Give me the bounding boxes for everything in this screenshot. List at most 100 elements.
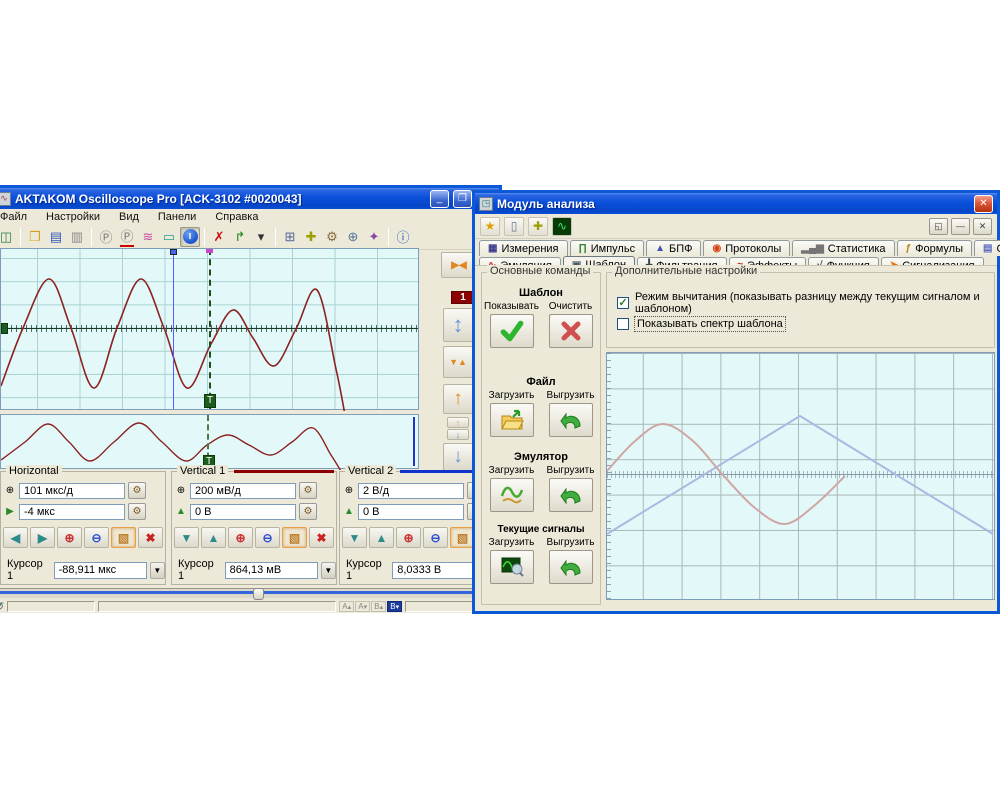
tab-statistika[interactable]: ▂▄▆Статистика: [792, 240, 894, 256]
v1-pan-down-button[interactable]: ▼: [174, 527, 199, 548]
v1-offset-auto-button[interactable]: ⚙: [299, 503, 317, 520]
nudge-down-button[interactable]: ↓: [447, 429, 469, 440]
add-marker-button[interactable]: ↱: [230, 227, 250, 247]
load-emulator-button[interactable]: [490, 478, 534, 512]
analysis-titlebar[interactable]: ◳ Модуль анализа ✕: [475, 193, 997, 214]
menu-file[interactable]: Файл: [0, 211, 29, 223]
cursor-handle[interactable]: [170, 249, 177, 255]
marker-b-up[interactable]: B▴: [371, 601, 386, 612]
panel-tools-button[interactable]: ⚙: [322, 227, 342, 247]
h-cursor-value[interactable]: -88,911 мкс: [54, 562, 147, 579]
template-chart[interactable]: [606, 352, 995, 600]
nudge-up-button[interactable]: ↑: [447, 417, 469, 428]
signal-overview[interactable]: T: [0, 414, 419, 469]
v1-cursor-dropdown[interactable]: ▼: [321, 562, 336, 579]
minimize-button[interactable]: _: [430, 190, 449, 208]
v2-offset-field[interactable]: 0 В: [358, 504, 464, 520]
record-alt-button[interactable]: Ⓟ: [117, 227, 137, 247]
info-button[interactable]: ⓘ: [393, 227, 413, 247]
panel-wizard-button[interactable]: ✦: [364, 227, 384, 247]
panel-frame-button[interactable]: ⊞: [280, 227, 300, 247]
open-file-button[interactable]: ❒: [25, 227, 45, 247]
tab-bpf[interactable]: ▲БПФ: [646, 240, 701, 256]
measure-cross-button[interactable]: ✚: [528, 217, 548, 236]
v1-offset-field[interactable]: 0 В: [190, 504, 296, 520]
oscilloscope-titlebar[interactable]: ∿ AKTAKOM Oscilloscope Pro [ACK-3102 #00…: [0, 188, 499, 209]
menu-panels[interactable]: Панели: [156, 211, 198, 223]
menu-view[interactable]: Вид: [117, 211, 141, 223]
tab-izmereniya[interactable]: ▦Измерения: [479, 240, 568, 256]
v2-zoom-out-button[interactable]: ⊖: [423, 527, 448, 548]
clear-template-button[interactable]: [549, 314, 593, 348]
v2-cursor-value[interactable]: 8,0333 В: [392, 562, 484, 579]
scroll-thumb[interactable]: [253, 588, 264, 600]
trigger-line[interactable]: [209, 249, 211, 409]
trigger-handle[interactable]: [206, 249, 213, 253]
minimize-panel-button[interactable]: —: [951, 218, 970, 235]
horizontal-scrollbar[interactable]: [0, 588, 499, 598]
close-panel-button[interactable]: ✕: [973, 218, 992, 235]
marker-b-down[interactable]: B▾: [387, 601, 402, 612]
tab-formuly[interactable]: ƒФормулы: [897, 240, 972, 256]
time-scale-auto-button[interactable]: ⚙: [128, 482, 146, 499]
tab-protokoly[interactable]: ◉Протоколы: [703, 240, 790, 256]
v2-zoom-in-button[interactable]: ⊕: [396, 527, 421, 548]
show-spectrum-checkbox[interactable]: [617, 318, 629, 330]
tab-impuls[interactable]: ∏Импульс: [570, 240, 645, 256]
waves-button[interactable]: ≋: [138, 227, 158, 247]
float-panel-button[interactable]: ◱: [929, 218, 948, 235]
scope-display[interactable]: T: [0, 248, 419, 410]
tab-svodka[interactable]: ▤Сводка: [974, 240, 1000, 256]
subtract-mode-checkbox[interactable]: ✓: [617, 297, 629, 309]
menu-settings[interactable]: Настройки: [44, 211, 102, 223]
time-scale-field[interactable]: 101 мкс/д: [19, 483, 125, 499]
record-button[interactable]: Ⓟ: [96, 227, 116, 247]
exit-button[interactable]: ◫: [0, 227, 16, 247]
analysis-close-button[interactable]: ✕: [974, 195, 993, 213]
panel-zoom-button[interactable]: ⊕: [343, 227, 363, 247]
print-button[interactable]: ▥: [67, 227, 87, 247]
v1-zoom-clear-button[interactable]: ✖: [309, 527, 334, 548]
shift-down-button[interactable]: ↓: [443, 443, 473, 471]
marker-a-up[interactable]: A▴: [339, 601, 354, 612]
v1-scale-auto-button[interactable]: ⚙: [299, 482, 317, 499]
h-zoom-out-button[interactable]: ⊖: [84, 527, 109, 548]
v1-cursor-value[interactable]: 864,13 мВ: [225, 562, 318, 579]
v2-pan-up-button[interactable]: ▲: [369, 527, 394, 548]
h-zoom-box-button[interactable]: ▧: [111, 527, 136, 548]
v1-scale-field[interactable]: 200 мВ/д: [190, 483, 296, 499]
delete-marker-button[interactable]: ✗: [209, 227, 229, 247]
v1-zoom-out-button[interactable]: ⊖: [255, 527, 280, 548]
pan-right-button[interactable]: ▶: [30, 527, 55, 548]
time-offset-field[interactable]: -4 мкс: [19, 504, 125, 520]
h-zoom-in-button[interactable]: ⊕: [57, 527, 82, 548]
v2-scale-field[interactable]: 2 В/д: [358, 483, 464, 499]
pan-left-button[interactable]: ◀: [3, 527, 28, 548]
shift-up-button[interactable]: ↑: [443, 384, 473, 414]
marker-dropdown-button[interactable]: ▾: [251, 227, 271, 247]
scope-screen-button[interactable]: ∿: [552, 217, 572, 236]
pause-button[interactable]: ‖: [180, 227, 200, 247]
unload-current-signals-button[interactable]: [549, 550, 593, 584]
favorites-button[interactable]: ★: [480, 217, 500, 236]
restore-button[interactable]: ❐: [453, 190, 472, 208]
display-button[interactable]: ▭: [159, 227, 179, 247]
unload-emulator-button[interactable]: [549, 478, 593, 512]
expand-vertical-button[interactable]: ↕: [443, 308, 473, 342]
trigger-flag[interactable]: T: [204, 394, 216, 408]
load-current-signals-button[interactable]: [490, 550, 534, 584]
unload-file-button[interactable]: [549, 403, 593, 437]
marker-a-down[interactable]: A▾: [355, 601, 370, 612]
info-panel-button[interactable]: ▯: [504, 217, 524, 236]
v2-pan-down-button[interactable]: ▼: [342, 527, 367, 548]
h-zoom-clear-button[interactable]: ✖: [138, 527, 163, 548]
v1-pan-up-button[interactable]: ▲: [201, 527, 226, 548]
v1-zoom-in-button[interactable]: ⊕: [228, 527, 253, 548]
time-offset-auto-button[interactable]: ⚙: [128, 503, 146, 520]
cursor-line[interactable]: [173, 249, 174, 409]
show-template-button[interactable]: [490, 314, 534, 348]
h-cursor-dropdown[interactable]: ▼: [150, 562, 165, 579]
v1-zoom-box-button[interactable]: ▧: [282, 527, 307, 548]
channel-ground-marker[interactable]: [1, 323, 8, 334]
panel-measure-button[interactable]: ✚: [301, 227, 321, 247]
